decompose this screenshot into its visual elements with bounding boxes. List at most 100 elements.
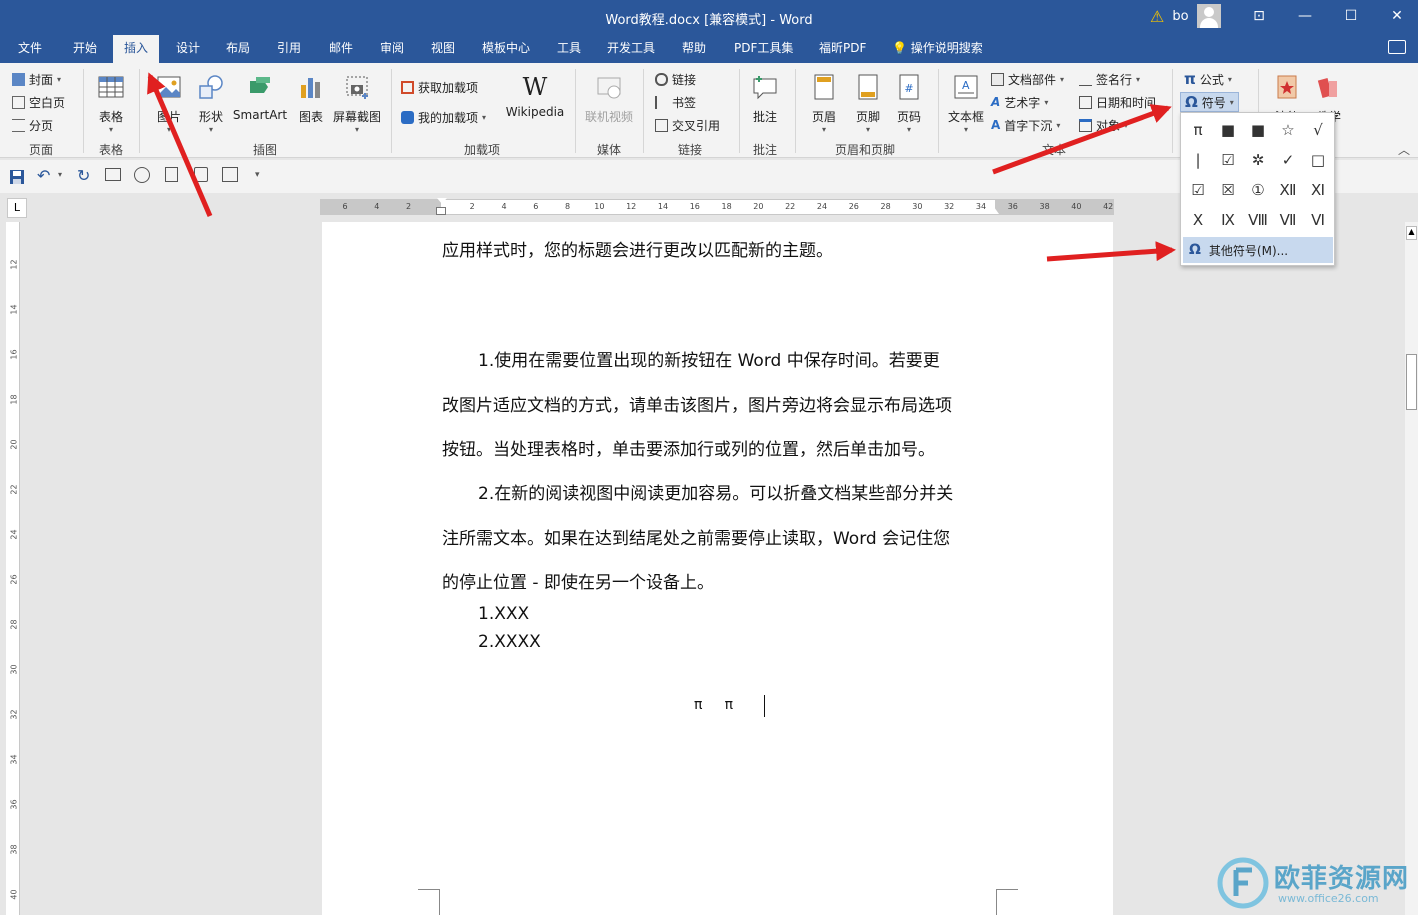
symbol-cell[interactable]: ☑ (1184, 176, 1212, 204)
document-line[interactable]: 按钮。当处理表格时，单击要添加行或列的位置，然后单击加号。 (442, 435, 935, 460)
picture-button[interactable]: 图片 ▾ (146, 69, 192, 134)
drop-cap-button[interactable]: A 首字下沉 ▾ (991, 115, 1060, 135)
tab-view[interactable]: 视图 (420, 35, 466, 63)
tab-pdf-tools[interactable]: PDF工具集 (723, 35, 804, 63)
cover-page-button[interactable]: 封面 ▾ (12, 69, 61, 89)
tab-tools[interactable]: 工具 (546, 35, 592, 63)
symbol-cell[interactable]: Ⅹ (1184, 206, 1212, 234)
tab-developer[interactable]: 开发工具 (596, 35, 666, 63)
symbol-cell[interactable]: Ⅸ (1214, 206, 1242, 234)
undo-dropdown-icon[interactable]: ▾ (58, 170, 62, 179)
header-button[interactable]: 页眉 ▾ (801, 69, 847, 134)
signature-line-button[interactable]: 签名行 ▾ (1079, 69, 1140, 89)
table-button[interactable]: 表格 ▾ (88, 69, 134, 134)
chart-button[interactable]: 图表 (288, 69, 334, 125)
document-line[interactable]: 的停止位置 - 即使在另一个设备上。 (442, 568, 714, 593)
bookmark-button[interactable]: 书签 (655, 92, 696, 112)
undo-icon[interactable]: ↶ (37, 166, 50, 185)
document-line[interactable]: 1.使用在需要位置出现的新按钮在 Word 中保存时间。若要更 (478, 346, 940, 371)
smartart-button[interactable]: SmartArt (232, 69, 288, 122)
wordart-button[interactable]: A 艺术字 ▾ (991, 92, 1048, 112)
symbol-cell[interactable]: ① (1244, 176, 1272, 204)
link-button[interactable]: 链接 (655, 69, 696, 89)
symbol-cell[interactable]: √ (1304, 116, 1332, 144)
avatar[interactable] (1196, 4, 1221, 28)
comment-button[interactable]: 批注 (742, 69, 788, 125)
touch-mode-icon[interactable] (194, 167, 208, 182)
footer-button[interactable]: 页脚 ▾ (845, 69, 891, 134)
comments-icon[interactable] (1388, 40, 1406, 54)
symbol-cell[interactable]: Ⅵ (1304, 206, 1332, 234)
symbol-cell[interactable]: ■ (1244, 116, 1272, 144)
collapse-ribbon-icon[interactable]: ︿ (1398, 141, 1410, 158)
horizontal-ruler[interactable]: 6 4 2 2 4 6 8 10 12 14 16 18 20 22 24 26 28 30 32 34 36 38 40 4… (320, 198, 1114, 215)
tab-insert[interactable]: 插入 (113, 35, 160, 63)
document-page[interactable]: 应用样式时，您的标题会进行更改以匹配新的主题。 1.使用在需要位置出现的新按钮在… (322, 222, 1113, 915)
document-line[interactable]: 应用样式时，您的标题会进行更改以匹配新的主题。 (442, 236, 833, 261)
more-symbols-button[interactable]: Ω 其他符号(M)... (1183, 237, 1333, 263)
page-number-button[interactable]: # 页码 ▾ (886, 69, 932, 134)
symbol-cell[interactable]: Ⅻ (1274, 176, 1302, 204)
symbol-cell[interactable]: Ⅷ (1244, 206, 1272, 234)
scroll-up-icon[interactable]: ▲ (1406, 226, 1417, 240)
tab-home[interactable]: 开始 (62, 35, 108, 63)
first-line-indent-marker[interactable] (437, 198, 447, 204)
tab-file[interactable]: 文件 (7, 35, 53, 63)
ribbon-display-button[interactable]: ⊡ (1236, 0, 1282, 35)
screenshot-button[interactable]: 屏幕截图 ▾ (332, 69, 382, 134)
customize-qat-icon[interactable]: ▾ (255, 170, 260, 180)
date-time-button[interactable]: 日期和时间 (1079, 92, 1156, 112)
list-item[interactable]: 1.XXX (478, 604, 529, 624)
tab-layout[interactable]: 布局 (215, 35, 261, 63)
layout-icon[interactable] (222, 167, 238, 182)
object-button[interactable]: 对象 ▾ (1079, 115, 1128, 135)
cross-reference-button[interactable]: 交叉引用 (655, 115, 720, 135)
tab-template-center[interactable]: 模板中心 (471, 35, 541, 63)
inserted-symbols[interactable]: π π (694, 697, 733, 713)
tab-selector[interactable]: L (7, 198, 27, 218)
get-addins-button[interactable]: 获取加载项 (401, 77, 478, 97)
symbol-cell[interactable]: ☒ (1214, 176, 1242, 204)
document-line[interactable]: 注所需文本。如果在达到结尾处之前需要停止读取，Word 会记住您 (442, 524, 950, 549)
equation-button[interactable]: π 公式 ▾ (1184, 69, 1232, 89)
textbox-button[interactable]: A 文本框 ▾ (943, 69, 989, 134)
user-name[interactable]: bo (1172, 9, 1188, 24)
online-video-button[interactable]: 联机视频 (583, 69, 635, 125)
tab-mailings[interactable]: 邮件 (318, 35, 364, 63)
page-break-button[interactable]: 分页 (12, 115, 53, 135)
symbol-cell[interactable]: ✲ (1244, 146, 1272, 174)
hanging-indent-marker[interactable] (436, 207, 446, 215)
redo-icon[interactable]: ↻ (77, 166, 90, 185)
wikipedia-button[interactable]: W Wikipedia (505, 69, 565, 119)
symbol-cell[interactable]: ✓ (1274, 146, 1302, 174)
tab-foxit-pdf[interactable]: 福昕PDF (808, 35, 877, 63)
symbol-cell[interactable]: □ (1304, 146, 1332, 174)
symbol-cell[interactable]: Ⅶ (1274, 206, 1302, 234)
my-addins-button[interactable]: 我的加载项 ▾ (401, 107, 486, 127)
vertical-scrollbar[interactable]: ▲ (1405, 222, 1418, 915)
tab-references[interactable]: 引用 (266, 35, 312, 63)
tab-design[interactable]: 设计 (165, 35, 211, 63)
quick-parts-button[interactable]: 文档部件 ▾ (991, 69, 1064, 89)
maximize-button[interactable]: ☐ (1328, 0, 1374, 35)
save-icon[interactable] (9, 169, 25, 185)
shapes-button[interactable]: 形状 ▾ (188, 69, 234, 134)
document-line[interactable]: 2.在新的阅读视图中阅读更加容易。可以折叠文档某些部分并关 (478, 479, 953, 504)
web-layout-icon[interactable] (134, 167, 150, 183)
tab-review[interactable]: 审阅 (369, 35, 415, 63)
minimize-button[interactable]: — (1282, 0, 1328, 35)
close-button[interactable]: ✕ (1374, 0, 1418, 35)
symbol-cell[interactable]: ■ (1214, 116, 1242, 144)
list-item[interactable]: 2.XXXX (478, 632, 541, 652)
warning-icon[interactable]: ⚠ (1150, 7, 1164, 26)
symbol-cell[interactable]: | (1184, 146, 1212, 174)
blank-page-button[interactable]: 空白页 (12, 92, 65, 112)
tab-help[interactable]: 帮助 (671, 35, 717, 63)
read-mode-icon[interactable] (105, 168, 121, 181)
user-area[interactable]: ⚠ bo (1150, 4, 1221, 28)
symbol-cell[interactable]: ☆ (1274, 116, 1302, 144)
tell-me-search[interactable]: 💡 操作说明搜索 (892, 35, 983, 63)
symbol-cell[interactable]: ☑ (1214, 146, 1242, 174)
symbol-cell[interactable]: π (1184, 116, 1212, 144)
print-preview-icon[interactable] (165, 167, 178, 182)
